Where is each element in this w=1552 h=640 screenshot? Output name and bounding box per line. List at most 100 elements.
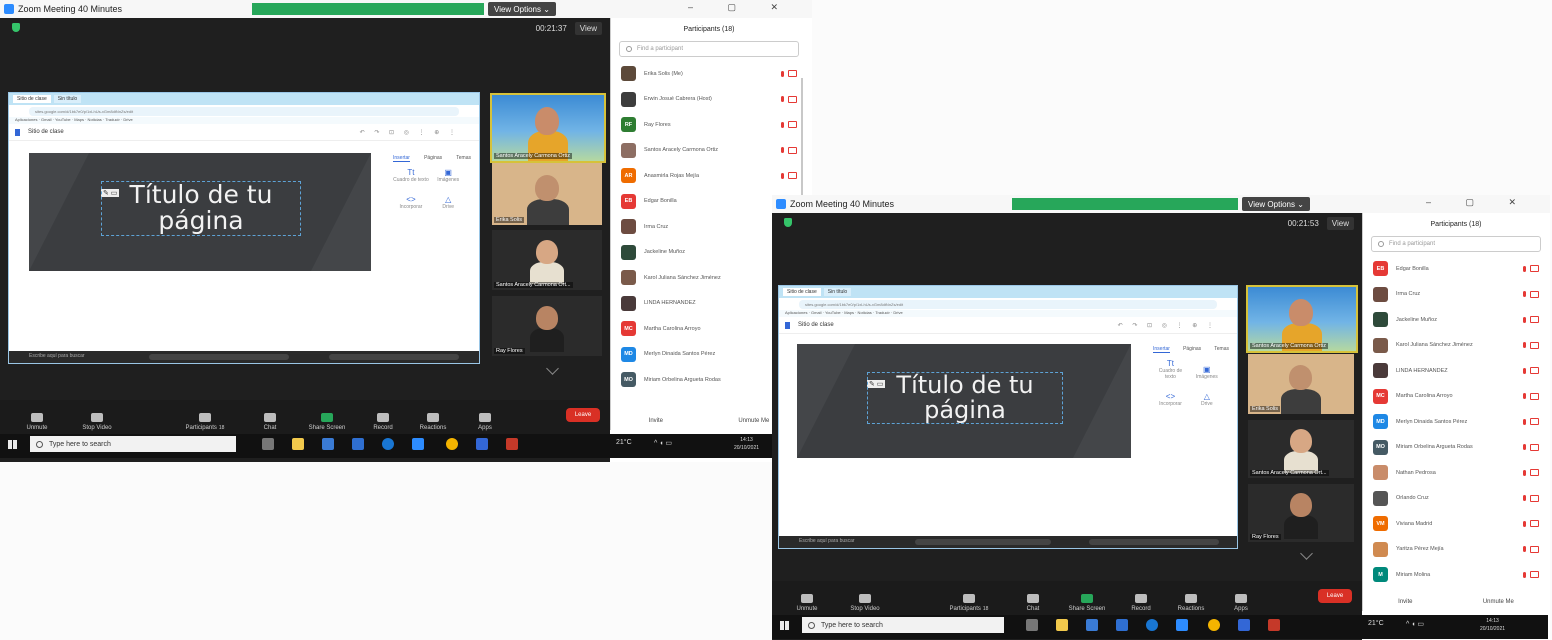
participant-search-input[interactable]: Find a participant [619,41,799,57]
pdf-icon[interactable] [506,438,518,450]
insert-text-box[interactable]: Tt Cuadro de texto [1153,359,1188,380]
pdf-icon[interactable] [1268,619,1280,631]
participant-row[interactable]: Erika Solis (Me) [611,61,807,87]
apps-button[interactable]: Apps [1216,594,1266,612]
tab-themes[interactable]: Temas [456,155,471,162]
chevron-down-icon[interactable] [546,362,559,375]
weather-label[interactable]: 21°C [616,439,632,446]
participant-row[interactable]: M Miriam Molina [1363,562,1549,588]
zoom-icon[interactable] [1176,619,1188,631]
view-button[interactable]: View [1326,216,1354,230]
task-view-icon[interactable] [1026,619,1038,631]
video-tile[interactable]: Santos Aracely Carmona Ort... [492,230,602,290]
tab-insert[interactable]: Insertar [393,155,410,162]
participant-search-input[interactable]: Find a participant [1371,236,1541,252]
leave-button[interactable]: Leave [1318,589,1352,603]
reactions-button[interactable]: Reactions [1166,594,1216,612]
window-controls[interactable]: – ▢ ✕ [688,2,794,13]
participant-row[interactable]: RF Ray Flores [611,112,807,138]
participant-row[interactable]: Jackeline Muñoz [1363,307,1549,333]
file-explorer-icon[interactable] [1056,619,1068,631]
participant-row[interactable]: MO Miriam Orbelina Argueta Rodas [1363,435,1549,461]
mail-icon[interactable] [1116,619,1128,631]
editor-tools[interactable]: ↶ ↷ ⊡ ◎ ⋮ ⊕ ⋮ [360,129,459,136]
chevron-down-icon[interactable] [1300,547,1313,560]
participant-row[interactable]: VM Viviana Madrid [1363,511,1549,537]
taskbar-clock[interactable]: 14:13 20/10/2021 [734,436,759,452]
insert-text-box[interactable]: Tt Cuadro de texto [393,168,429,183]
video-tile-active-speaker[interactable]: Santos Aracely Carmona Ortiz [1246,285,1358,353]
chat-button[interactable]: Chat [245,413,295,431]
insert-embed[interactable]: <> Incorporar [1153,392,1188,407]
insert-images[interactable]: ▣ Imágenes [430,168,466,183]
participant-row[interactable]: Irma Cruz [1363,282,1549,308]
record-button[interactable]: Record [1116,594,1166,612]
unmute-button[interactable]: Unmute [12,413,62,431]
participant-row[interactable]: Karol Juliana Sánchez Jiménez [1363,333,1549,359]
participant-row[interactable]: MD Merlyn Dinaida Santos Pérez [1363,409,1549,435]
video-tile[interactable]: Santos Aracely Carmona Ort... [1248,420,1354,478]
browser-tab[interactable]: Sin título [53,95,82,103]
share-screen-button[interactable]: Share Screen [302,413,352,431]
insert-embed[interactable]: <> Incorporar [393,195,429,210]
windows-start-icon[interactable] [780,621,789,630]
participants-button[interactable]: Participants 18 [180,413,230,431]
doc-title[interactable]: Sitio de clase [28,129,64,135]
participant-row[interactable]: Erwin Josué Cabrera (Host) [611,87,807,113]
participant-row[interactable]: MC Martha Carolina Arroyo [1363,384,1549,410]
edge-icon[interactable] [1146,619,1158,631]
taskbar-search[interactable]: Type here to search [30,436,236,452]
tab-insert[interactable]: Insertar [1153,346,1170,353]
invite-button[interactable]: Invite [1398,599,1412,605]
word-icon[interactable] [1238,619,1250,631]
zoom-icon[interactable] [412,438,424,450]
doc-title[interactable]: Sitio de clase [798,322,834,328]
page-title[interactable]: Título de tu página [101,181,301,236]
page-header-banner[interactable]: ✎ ▭ Título de tu página [29,153,371,271]
store-icon[interactable] [322,438,334,450]
chat-button[interactable]: Chat [1008,594,1058,612]
tray-icons[interactable]: ^ ◖ ▭ [1406,620,1424,628]
browser-tab[interactable]: Sitio de clase [13,95,51,103]
video-tile[interactable]: Erika Solis [492,163,602,225]
browser-tab[interactable]: Sin título [823,288,852,296]
tab-pages[interactable]: Páginas [424,155,442,162]
chrome-icon[interactable] [1208,619,1220,631]
task-view-icon[interactable] [262,438,274,450]
participants-button[interactable]: Participants 18 [944,594,994,612]
page-title[interactable]: Título de tu página [867,372,1063,425]
leave-button[interactable]: Leave [566,408,600,422]
participant-row[interactable]: Nathan Pedrosa [1363,460,1549,486]
stop-video-button[interactable]: Stop Video [72,413,122,431]
reactions-button[interactable]: Reactions [408,413,458,431]
view-options-button[interactable]: View Options ⌄ [488,2,556,16]
address-bar[interactable]: sites.google.com/d/1bk7e0/p/1xLhUs-xGm8d… [29,107,459,116]
mail-icon[interactable] [352,438,364,450]
windows-start-icon[interactable] [8,440,17,449]
page-header-banner[interactable]: ✎ ▭ Título de tu página [797,344,1131,458]
word-icon[interactable] [476,438,488,450]
edge-icon[interactable] [382,438,394,450]
editor-tools[interactable]: ↶ ↷ ⊡ ◎ ⋮ ⊕ ⋮ [1118,322,1217,329]
video-tile[interactable]: Erika Solis [1248,354,1354,414]
video-tile[interactable]: Ray Flores [1248,484,1354,542]
participant-row[interactable]: Yaritza Pérez Mejía [1363,537,1549,563]
participant-row[interactable]: Orlando Cruz [1363,486,1549,512]
store-icon[interactable] [1086,619,1098,631]
tray-icons[interactable]: ^ ◖ ▭ [654,439,672,447]
share-screen-button[interactable]: Share Screen [1062,594,1112,612]
video-tile-active-speaker[interactable]: Santos Aracely Carmona Ortiz [490,93,606,163]
apps-button[interactable]: Apps [460,413,510,431]
participant-row[interactable]: EB Edgar Bonilla [1363,256,1549,282]
view-button[interactable]: View [574,21,602,35]
taskbar-search[interactable]: Type here to search [802,617,1004,633]
tab-pages[interactable]: Páginas [1183,346,1201,353]
insert-images[interactable]: ▣ Imágenes [1189,365,1224,380]
insert-drive[interactable]: △ Drive [1189,392,1224,407]
invite-button[interactable]: Invite [649,418,663,424]
taskbar-clock[interactable]: 14:13 20/10/2021 [1480,617,1505,633]
unmute-me-button[interactable]: Unmute Me [1483,599,1514,605]
address-bar[interactable]: sites.google.com/d/1bk7e0/p/1xLhUs-xGm8d… [799,300,1217,309]
participant-row[interactable]: LINDA HERNANDEZ [1363,358,1549,384]
window-controls[interactable]: – ▢ ✕ [1426,197,1532,208]
